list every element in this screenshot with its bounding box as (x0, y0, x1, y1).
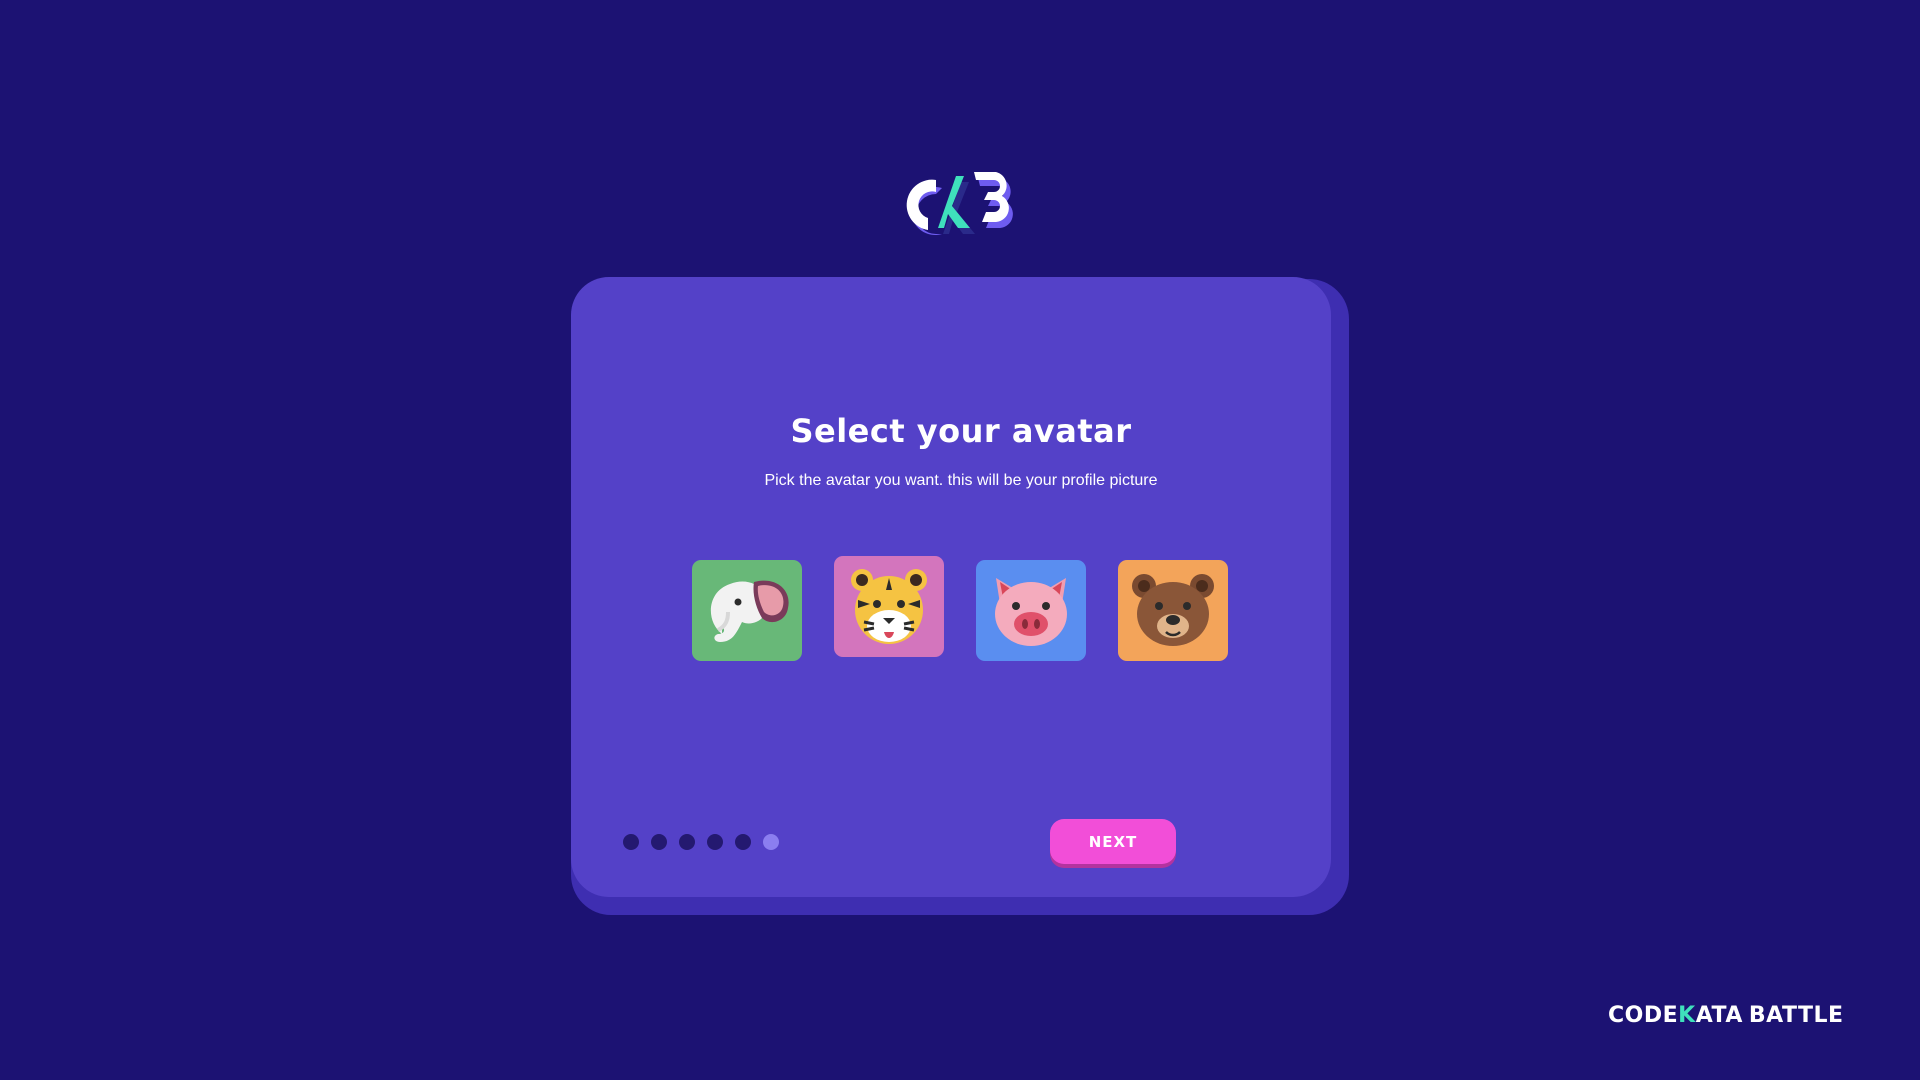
page-subtitle: Pick the avatar you want. this will be y… (764, 472, 1158, 489)
step-indicator (623, 834, 779, 850)
step-dot-active (763, 834, 779, 850)
elephant-icon (692, 560, 802, 661)
step-dot (623, 834, 639, 850)
tiger-icon (834, 556, 944, 657)
step-dot (707, 834, 723, 850)
avatar-selection-card: Select your avatar Pick the avatar you w… (571, 277, 1331, 897)
step-dot (679, 834, 695, 850)
brand-k: K (1678, 1002, 1696, 1028)
brand-ata: ATA (1695, 1002, 1743, 1028)
brand-battle: BATTLE (1748, 1002, 1844, 1028)
brand-code: CODE (1608, 1002, 1679, 1028)
avatar-option-bear[interactable] (1118, 560, 1228, 661)
avatar-option-tiger[interactable] (834, 556, 944, 657)
page-title: Select your avatar (790, 412, 1132, 450)
next-button[interactable]: NEXT (1050, 819, 1176, 864)
avatar-option-pig[interactable] (976, 560, 1086, 661)
avatar-option-elephant[interactable] (692, 560, 802, 661)
ckb-logo-icon (906, 172, 1013, 235)
brand-wordmark: CODE K ATA BATTLE (1608, 1000, 1844, 1030)
step-dot (735, 834, 751, 850)
step-dot (651, 834, 667, 850)
pig-icon (976, 560, 1086, 661)
bear-icon (1118, 560, 1228, 661)
